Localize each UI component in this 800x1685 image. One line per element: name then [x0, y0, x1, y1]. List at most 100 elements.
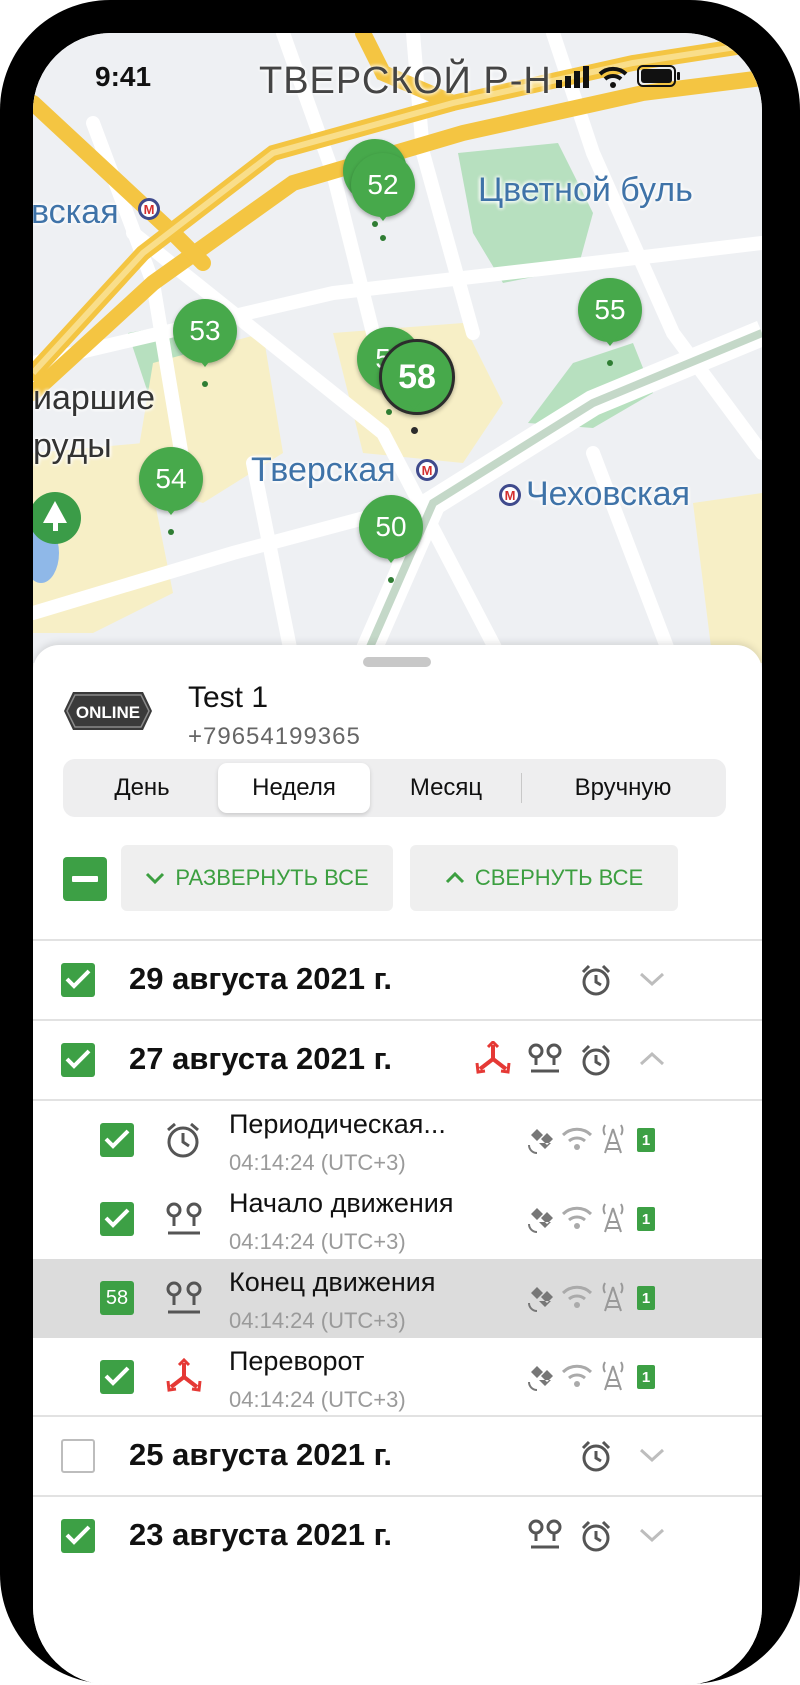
chevron-up-icon[interactable] [639, 1051, 665, 1067]
online-status-badge: ONLINE [64, 692, 152, 730]
metro-icon: М [499, 484, 521, 506]
metro-icon: М [138, 198, 160, 220]
side-button [790, 660, 800, 755]
event-title: Конец движения [229, 1267, 436, 1297]
event-time: 04:14:24 (UTC+3) [229, 1387, 406, 1412]
map-label: вская [33, 193, 119, 231]
event-checkbox[interactable] [100, 1202, 134, 1236]
rollover-icon [475, 1041, 511, 1074]
alarm-clock-icon [581, 1044, 611, 1076]
select-all-checkbox[interactable] [63, 857, 107, 901]
map-marker[interactable]: 50 [359, 495, 423, 583]
alarm-clock-icon [581, 1440, 611, 1472]
collapse-all-button[interactable]: СВЕРНУТЬ ВСЕ [410, 845, 678, 911]
cell-tower-icon [602, 1124, 624, 1154]
status-bar: 9:41 ТВЕРСКОЙ Р-Н [33, 33, 762, 123]
device-phone: +79654199365 [188, 723, 361, 750]
group-date: 29 августа 2021 г. [129, 961, 393, 996]
map-label: Цветной буль [478, 171, 693, 209]
map-marker-selected[interactable]: 58 [379, 339, 455, 415]
group-date: 27 августа 2021 г. [129, 1041, 393, 1076]
event-time: 04:14:24 (UTC+3) [229, 1308, 406, 1333]
movement-icon [166, 1202, 202, 1235]
metro-icon: М [416, 459, 438, 481]
map-label: Чеховская [526, 475, 690, 513]
gps-satellite-icon [528, 1129, 553, 1154]
date-group-row[interactable]: 25 августа 2021 г. [33, 1415, 762, 1495]
svg-text:ONLINE: ONLINE [76, 703, 140, 722]
date-group-row[interactable]: 27 августа 2021 г. [33, 1019, 762, 1099]
map-district-label: ТВЕРСКОЙ Р-Н [259, 60, 552, 102]
selected-marker-point [411, 427, 418, 434]
bottom-sheet: ONLINE Test 1 +79654199365 День Неделя М… [33, 645, 762, 1685]
movement-icon [528, 1519, 562, 1549]
event-time: 04:14:24 (UTC+3) [229, 1229, 406, 1254]
event-checkbox[interactable] [100, 1360, 134, 1394]
date-group-row[interactable]: 29 августа 2021 г. [33, 939, 762, 1019]
sim-card-icon: 1 [637, 1286, 655, 1310]
chevron-down-icon[interactable] [639, 1527, 665, 1543]
movement-icon [166, 1281, 202, 1314]
event-row[interactable]: Начало движения 04:14:24 (UTC+3) 1 [33, 1180, 762, 1259]
event-title: Начало движения [229, 1188, 454, 1218]
alarm-clock-icon [581, 964, 611, 996]
event-title: Переворот [229, 1346, 365, 1376]
event-row-selected[interactable]: 58 Конец движения 04:14:24 (UTC+3) 1 [33, 1259, 762, 1338]
group-date: 25 августа 2021 г. [129, 1437, 393, 1472]
period-selector: День Неделя Месяц Вручную [63, 759, 726, 817]
sim-card-icon: 1 [637, 1365, 655, 1389]
side-button [790, 390, 800, 580]
battery-icon [637, 65, 680, 87]
event-title: Периодическая... [229, 1109, 446, 1139]
screen: 9:41 ТВЕРСКОЙ Р-Н Цветной буль вская М и… [33, 33, 762, 1685]
movement-icon [528, 1043, 562, 1073]
chevron-down-icon [146, 872, 165, 885]
tab-day[interactable]: День [67, 763, 217, 813]
event-time: 04:14:24 (UTC+3) [229, 1150, 406, 1175]
tab-month[interactable]: Месяц [371, 763, 521, 813]
map-marker[interactable]: 55 [578, 278, 642, 366]
chevron-down-icon[interactable] [639, 1447, 665, 1463]
group-date: 23 августа 2021 г. [129, 1517, 393, 1552]
wifi-icon [561, 1127, 593, 1150]
expand-all-button[interactable]: РАЗВЕРНУТЬ ВСЕ [121, 845, 393, 911]
cell-tower-icon [602, 1203, 624, 1233]
group-checkbox[interactable] [61, 963, 95, 997]
divider [521, 773, 522, 803]
map-label: иаршие [33, 379, 155, 417]
cell-tower-icon [602, 1361, 624, 1391]
sim-card-icon: 1 [637, 1128, 655, 1152]
cell-tower-icon [602, 1282, 624, 1312]
tab-week[interactable]: Неделя [218, 763, 370, 813]
alarm-clock-icon [581, 1520, 611, 1552]
gps-satellite-icon [528, 1287, 553, 1312]
map-marker[interactable]: 53 [173, 299, 237, 387]
alarm-clock-icon [167, 1122, 199, 1158]
map-label: Тверская [251, 451, 396, 489]
wifi-icon [561, 1285, 593, 1308]
wifi-icon [561, 1364, 593, 1387]
event-map-badge[interactable]: 58 [100, 1281, 134, 1315]
wifi-icon [561, 1206, 593, 1229]
gps-satellite-icon [528, 1366, 553, 1391]
chevron-down-icon[interactable] [639, 971, 665, 987]
signal-icon [556, 66, 589, 88]
map-label: руды [33, 427, 112, 465]
event-row[interactable]: Периодическая... 04:14:24 (UTC+3) 1 [33, 1099, 762, 1180]
sheet-handle[interactable] [363, 657, 431, 667]
device-name: Test 1 [188, 681, 269, 714]
date-group-row[interactable]: 23 августа 2021 г. [33, 1495, 762, 1575]
event-checkbox[interactable] [100, 1123, 134, 1157]
rollover-icon [166, 1358, 202, 1392]
group-checkbox[interactable] [61, 1043, 95, 1077]
sim-card-icon: 1 [637, 1207, 655, 1231]
map-marker[interactable]: 52 [351, 153, 415, 241]
event-row[interactable]: Переворот 04:14:24 (UTC+3) 1 [33, 1338, 762, 1417]
status-time: 9:41 [95, 61, 152, 92]
group-checkbox[interactable] [61, 1519, 95, 1553]
map-marker[interactable]: 54 [139, 447, 203, 535]
tab-manual[interactable]: Вручную [523, 763, 723, 813]
chevron-up-icon [445, 871, 464, 884]
map-view[interactable]: 9:41 ТВЕРСКОЙ Р-Н Цветной буль вская М и… [33, 33, 762, 663]
group-checkbox[interactable] [61, 1439, 95, 1473]
